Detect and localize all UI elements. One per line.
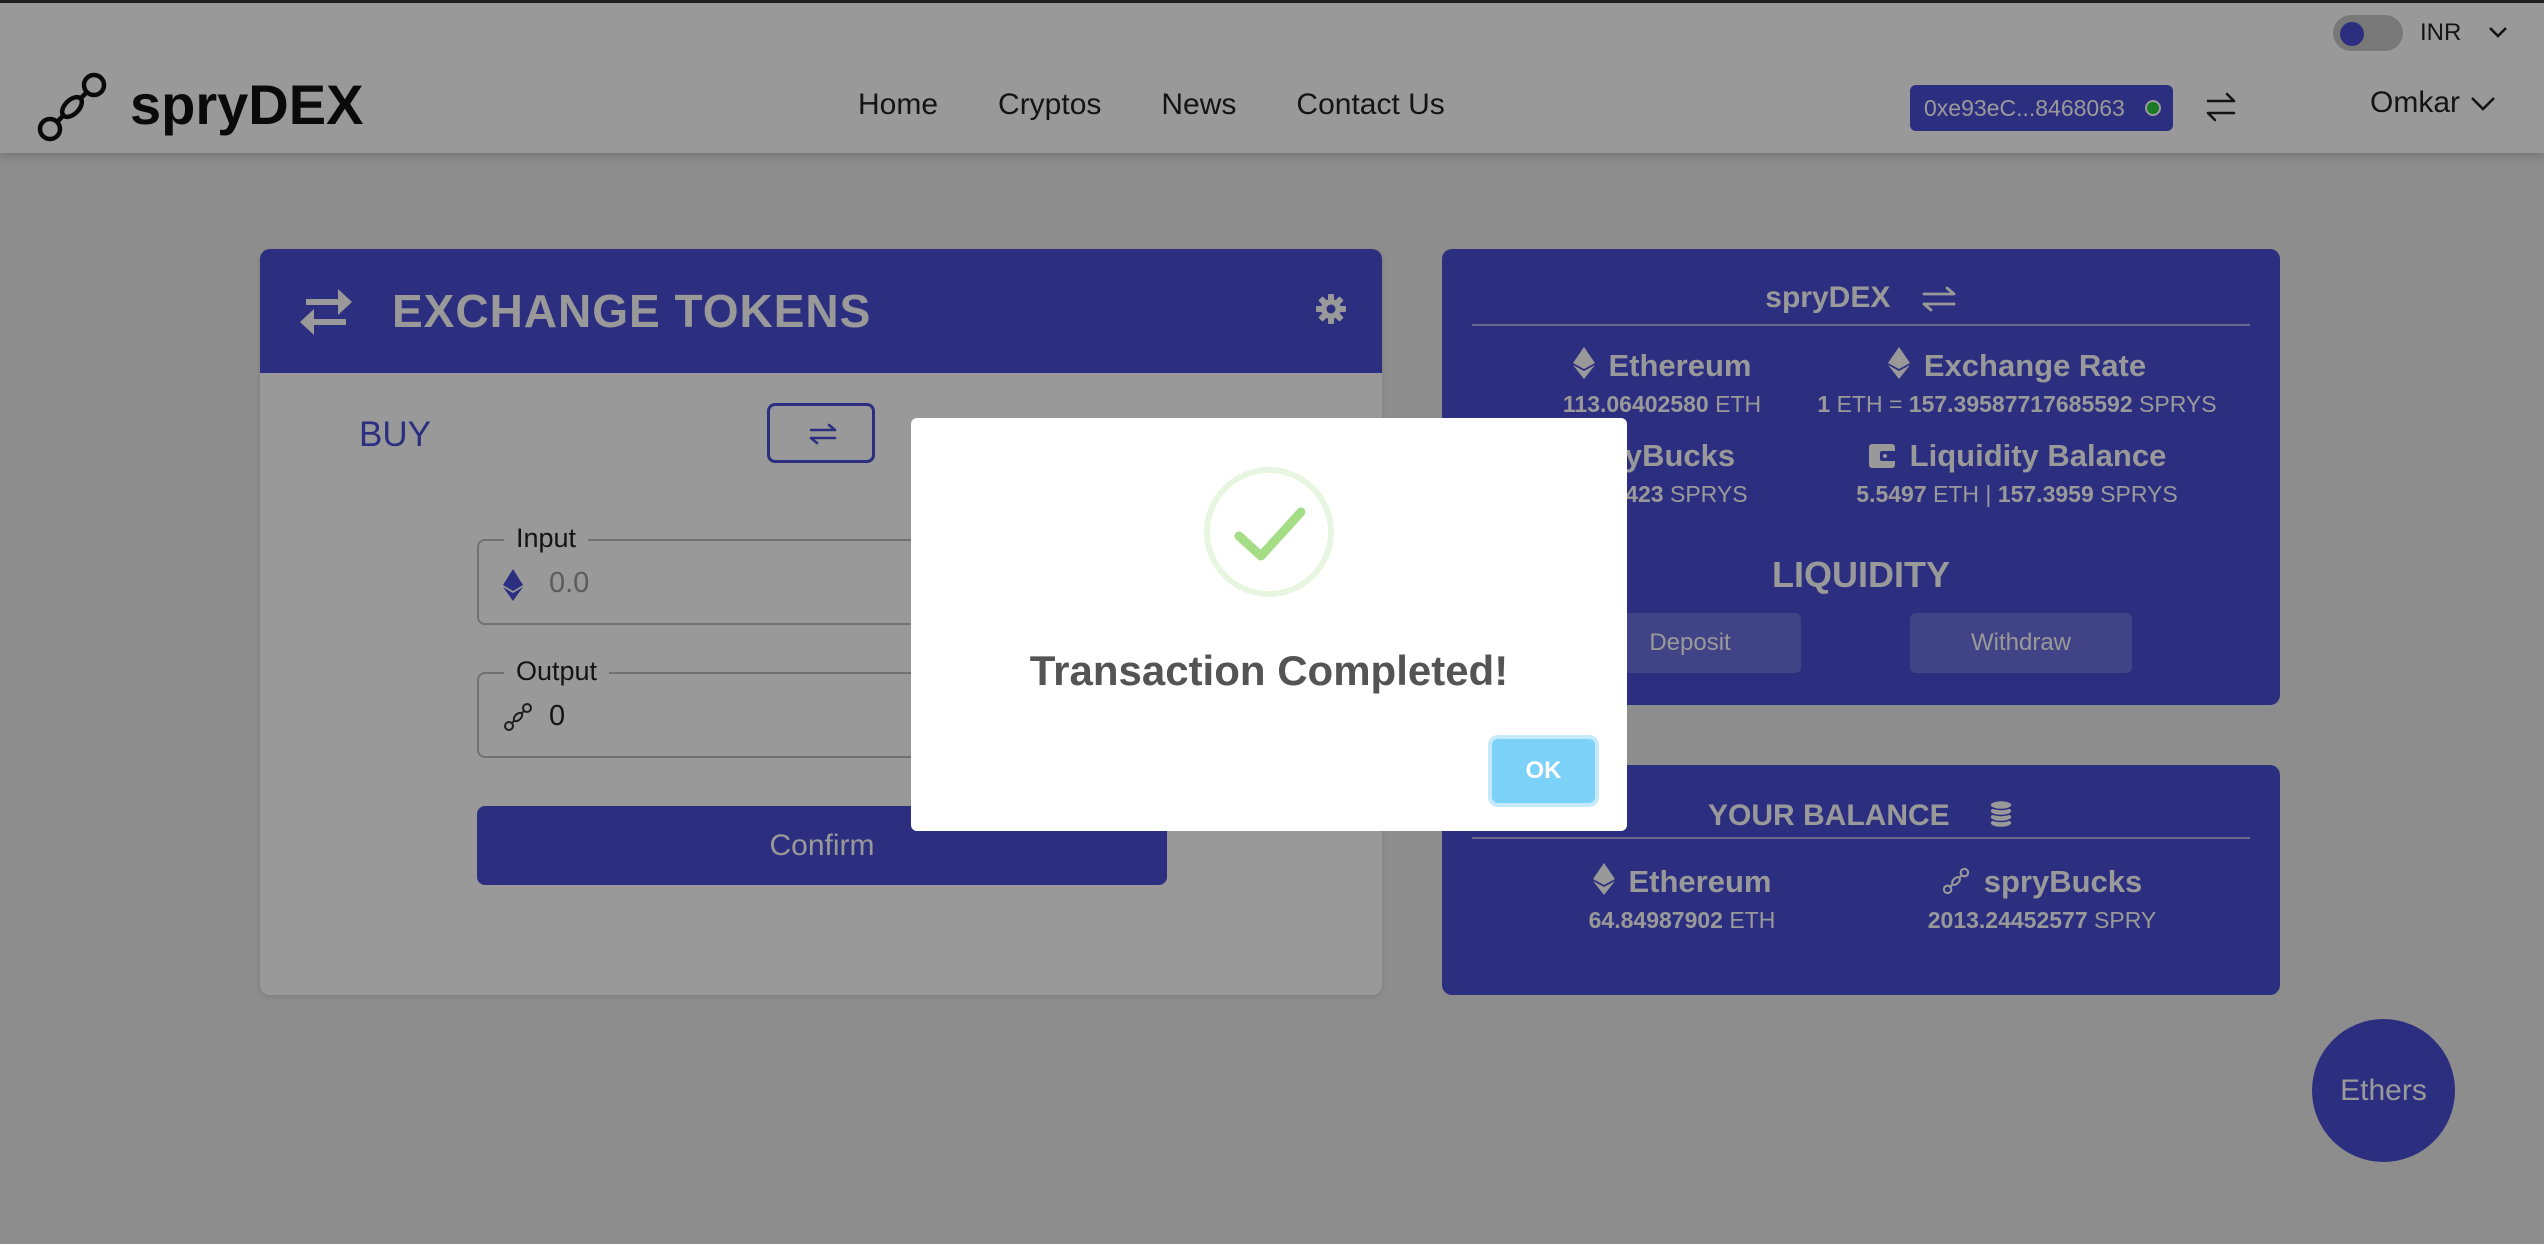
transaction-success-dialog: Transaction Completed! OK <box>911 418 1627 831</box>
checkmark-icon <box>1204 467 1334 597</box>
ok-button[interactable]: OK <box>1492 739 1595 803</box>
success-message: Transaction Completed! <box>1029 647 1509 694</box>
